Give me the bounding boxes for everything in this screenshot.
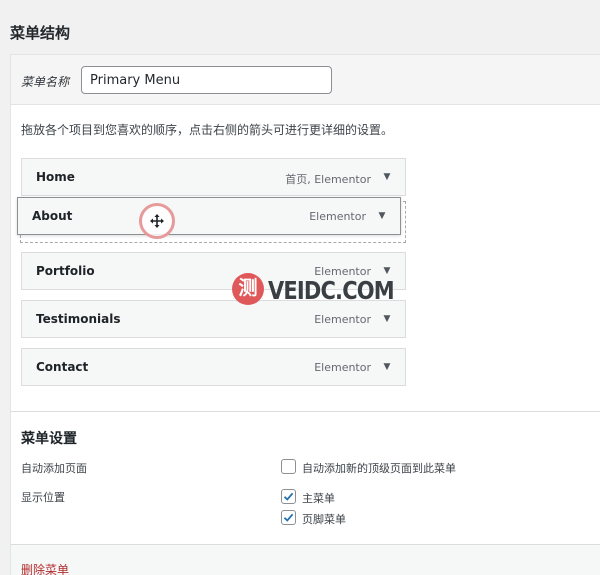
delete-menu-link[interactable]: 删除菜单 xyxy=(21,561,69,575)
menu-item-type: Elementor xyxy=(314,361,371,374)
auto-add-pages-option-label: 自动添加新的顶级页面到此菜单 xyxy=(302,462,456,475)
chevron-down-icon[interactable]: ▼ xyxy=(382,266,392,276)
menu-item-title: Home xyxy=(36,170,75,184)
location-primary-checkbox[interactable] xyxy=(281,489,296,504)
menu-item-contact[interactable]: Contact Elementor ▼ xyxy=(21,348,406,386)
chevron-down-icon[interactable]: ▼ xyxy=(382,172,392,182)
menu-item-home[interactable]: Home 首页, Elementor ▼ xyxy=(21,158,406,196)
menu-item-type: Elementor xyxy=(314,313,371,326)
chevron-down-icon[interactable]: ▼ xyxy=(382,362,392,372)
menu-footer-bar: 删除菜单 xyxy=(11,544,600,575)
menu-name-bar: 菜单名称 xyxy=(11,55,600,105)
menu-editor-panel: 菜单名称 拖放各个项目到您喜欢的顺序，点击右侧的箭头可进行更详细的设置。 Hom… xyxy=(10,54,600,575)
checkmark-icon xyxy=(283,513,294,522)
menu-item-title: Contact xyxy=(36,360,89,374)
section-divider xyxy=(11,411,600,412)
location-footer-checkbox[interactable] xyxy=(281,510,296,525)
checkmark-icon xyxy=(283,492,294,501)
location-primary-label: 主菜单 xyxy=(302,492,335,505)
auto-add-pages-label: 自动添加页面 xyxy=(21,462,87,475)
menu-item-portfolio[interactable]: Portfolio Elementor ▼ xyxy=(21,252,406,290)
menu-item-title: Testimonials xyxy=(36,312,121,326)
drag-instructions: 拖放各个项目到您喜欢的顺序，点击右侧的箭头可进行更详细的设置。 xyxy=(21,123,394,137)
location-footer-label: 页脚菜单 xyxy=(302,513,346,526)
menu-name-label: 菜单名称 xyxy=(21,75,70,89)
menu-item-title: Portfolio xyxy=(36,264,95,278)
menu-item-type: 首页, Elementor xyxy=(285,173,371,186)
menu-item-type: Elementor xyxy=(314,265,371,278)
move-cursor-icon xyxy=(139,203,175,239)
menu-item-type: Elementor xyxy=(309,210,366,223)
menu-settings-title: 菜单设置 xyxy=(21,431,77,447)
menu-name-input[interactable] xyxy=(81,66,332,94)
menu-item-about[interactable]: About Elementor ▼ xyxy=(17,197,401,235)
chevron-down-icon[interactable]: ▼ xyxy=(377,211,387,221)
display-location-label: 显示位置 xyxy=(21,491,65,504)
chevron-down-icon[interactable]: ▼ xyxy=(382,314,392,324)
menu-item-testimonials[interactable]: Testimonials Elementor ▼ xyxy=(21,300,406,338)
menu-item-title: About xyxy=(32,209,73,223)
auto-add-pages-checkbox[interactable] xyxy=(281,459,296,474)
page-title: 菜单结构 xyxy=(10,24,71,42)
